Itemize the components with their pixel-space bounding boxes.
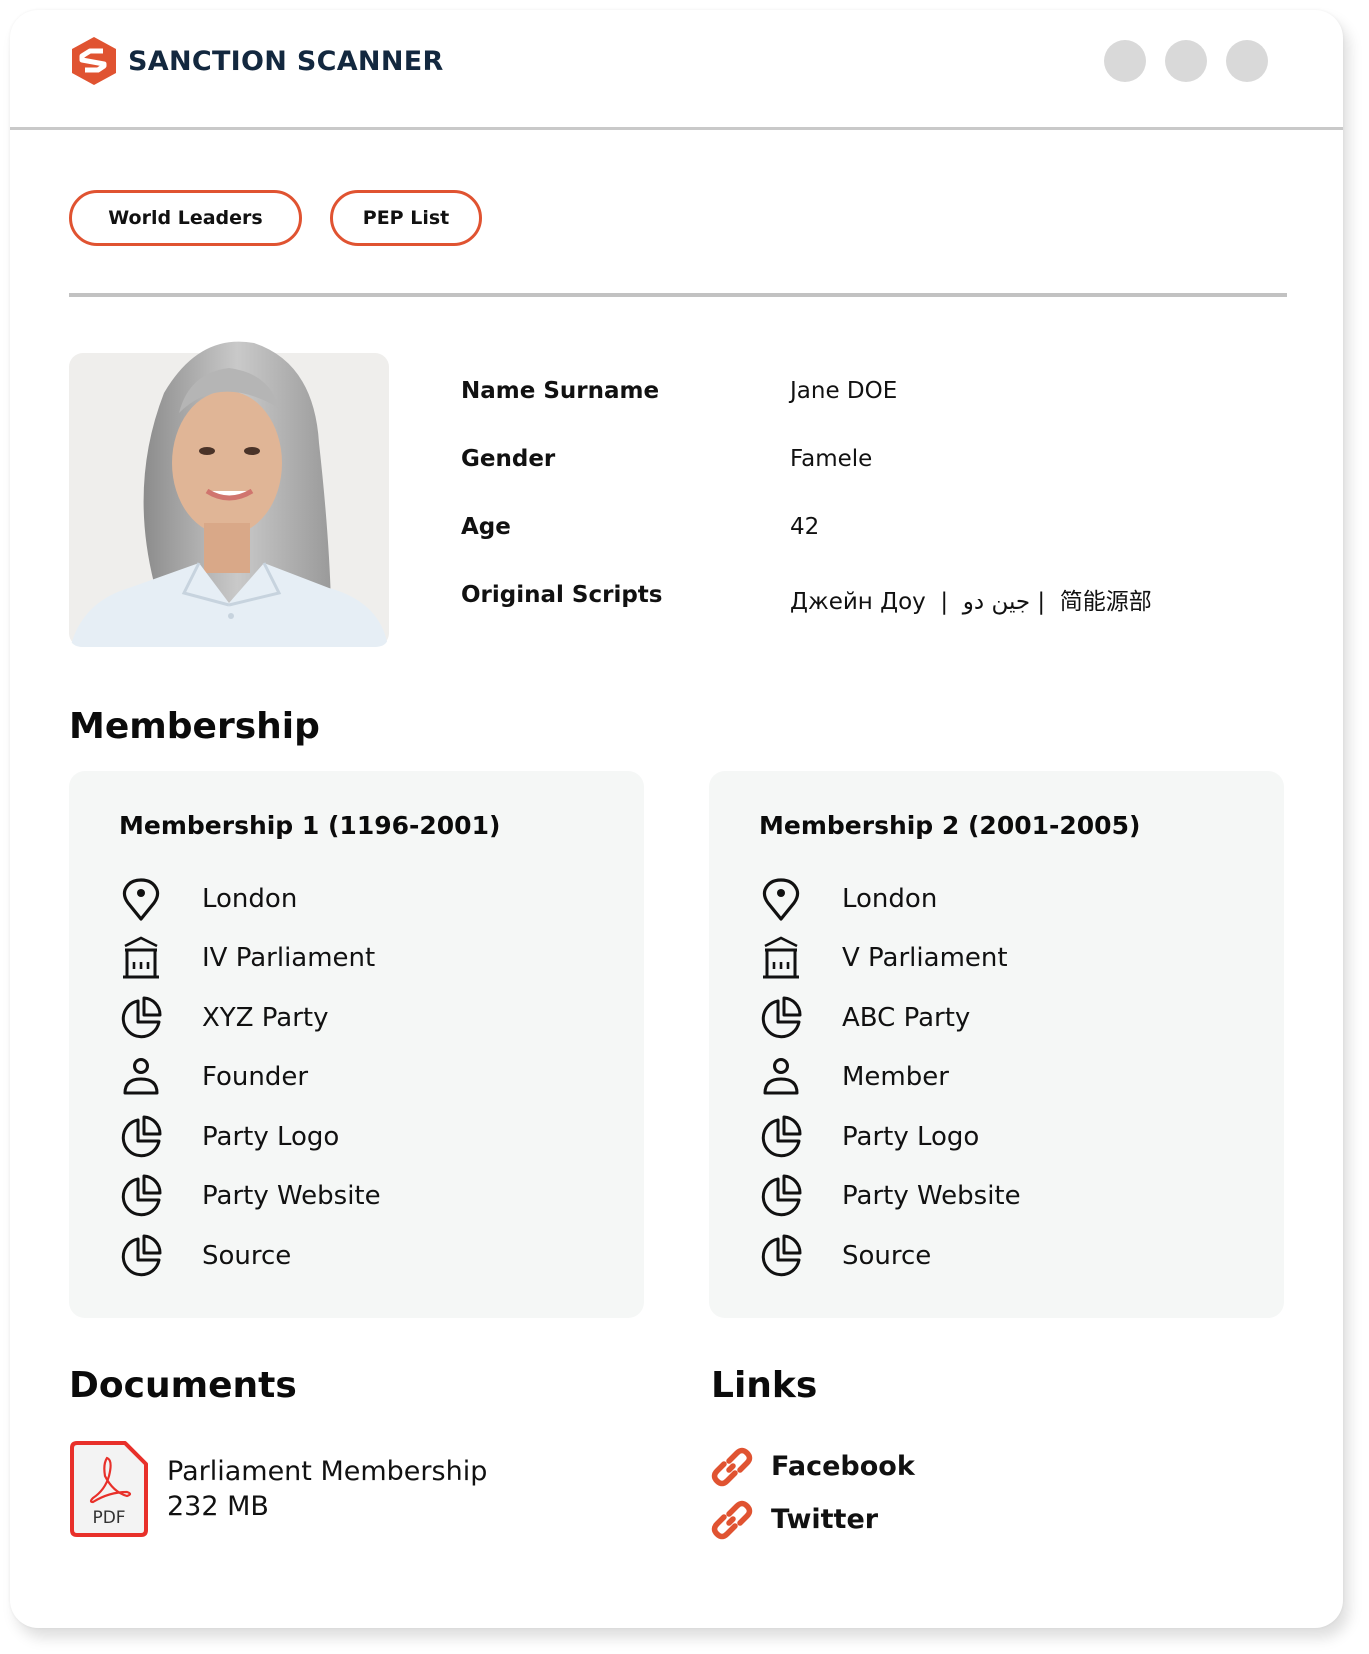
membership-items: London IV Parliament XYZ Party Founder Party… [117,869,381,1286]
membership-card-title: Membership 2 (2001-2005) [759,811,1141,840]
user-icon [757,1053,805,1101]
membership-item: Party Logo [117,1107,381,1167]
pie-chart-icon [757,1232,805,1280]
link-facebook[interactable]: Facebook [709,1440,915,1493]
user-icon [117,1053,165,1101]
link-icon [711,1447,753,1486]
location-pin-icon [117,875,165,923]
membership-card-title: Membership 1 (1196-2001) [119,811,501,840]
pie-chart-icon [117,994,165,1042]
membership-item: Party Logo [757,1107,1021,1167]
membership-item-label: ABC Party [842,1002,971,1033]
membership-item: London [117,869,381,929]
membership-heading: Membership [69,706,320,747]
detail-label: Age [461,514,511,540]
pie-chart-icon [117,1232,165,1280]
app-window: SANCTION SCANNER World Leaders PEP List [10,10,1343,1628]
brand-logo[interactable]: SANCTION SCANNER [68,35,444,87]
tag-world-leaders[interactable]: World Leaders [69,190,302,246]
window-dot[interactable] [1226,40,1268,82]
membership-item-label: Member [842,1062,949,1093]
membership-item-label: Party Logo [202,1121,340,1152]
detail-value-original-scripts: Джейн Доу | جين دو | 简能源部 [790,589,1152,615]
detail-label: Gender [461,446,556,472]
detail-value-gender: Famele [790,446,873,472]
membership-item-label: London [842,883,938,914]
pie-chart-icon [757,1172,805,1220]
membership-item: Source [757,1226,1021,1286]
header-bar: SANCTION SCANNER [10,10,1343,130]
membership-item: Founder [117,1048,381,1108]
detail-label: Name Surname [461,378,660,404]
detail-value-name: Jane DOE [790,378,898,404]
membership-item-label: Founder [202,1062,309,1093]
profile-photo [69,341,389,647]
membership-item: Party Website [757,1167,1021,1227]
membership-item-label: IV Parliament [202,943,376,974]
membership-item: Member [757,1048,1021,1108]
links-heading: Links [711,1365,818,1406]
brand-name: SANCTION SCANNER [128,45,444,77]
section-divider [69,293,1287,297]
membership-item-label: Party Website [202,1181,381,1212]
membership-card: Membership 1 (1196-2001) London IV Parlia… [69,771,644,1318]
tag-pep-list[interactable]: PEP List [330,190,482,246]
membership-item: V Parliament [757,929,1021,989]
membership-item-label: Party Logo [842,1121,980,1152]
membership-item-label: Source [842,1240,932,1271]
document-info: Parliament Membership 232 MB [167,1456,487,1522]
window-dot[interactable] [1165,40,1207,82]
location-pin-icon [757,875,805,923]
link-label: Facebook [771,1451,915,1482]
window-controls [1104,40,1268,82]
membership-item-label: London [202,883,298,914]
membership-item: ABC Party [757,988,1021,1048]
documents-heading: Documents [69,1365,297,1406]
links-list: Facebook Twitter [709,1440,915,1546]
link-twitter[interactable]: Twitter [709,1493,915,1546]
document-item[interactable]: PDF Parliament Membership 232 MB [69,1440,487,1538]
pie-chart-icon [757,1113,805,1161]
document-size: 232 MB [167,1491,269,1522]
pie-chart-icon [117,1113,165,1161]
membership-item: Party Website [117,1167,381,1227]
membership-card: Membership 2 (2001-2005) London V Parliam… [709,771,1284,1318]
parliament-building-icon [757,934,805,982]
membership-item: London [757,869,1021,929]
membership-item: XYZ Party [117,988,381,1048]
detail-label: Original Scripts [461,582,663,608]
membership-item-label: Party Website [842,1181,1021,1212]
membership-item-label: V Parliament [842,943,1008,974]
pie-chart-icon [117,1172,165,1220]
parliament-building-icon [117,934,165,982]
pdf-type-label: PDF [92,1508,125,1528]
sanction-scanner-logo-icon [72,37,116,85]
link-label: Twitter [771,1504,879,1535]
membership-item: Source [117,1226,381,1286]
membership-item-label: Source [202,1240,292,1271]
membership-item: IV Parliament [117,929,381,989]
membership-items: London V Parliament ABC Party Member Party L… [757,869,1021,1286]
window-dot[interactable] [1104,40,1146,82]
document-name: Parliament Membership [167,1456,488,1487]
link-icon [711,1500,753,1539]
detail-value-age: 42 [790,514,820,540]
membership-item-label: XYZ Party [202,1002,329,1033]
pdf-file-icon: PDF [70,1441,148,1537]
portrait-illustration [69,341,389,647]
pie-chart-icon [757,994,805,1042]
